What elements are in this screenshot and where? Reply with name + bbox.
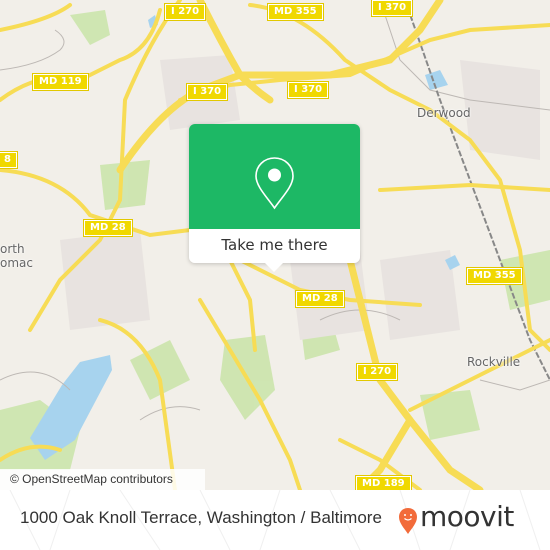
location-popup: Take me there xyxy=(189,124,360,272)
road-shield: MD 28 xyxy=(84,220,132,236)
road-shield: MD 28 xyxy=(296,291,344,307)
map-attribution[interactable]: © OpenStreetMap contributors xyxy=(0,469,205,490)
moovit-pin-icon xyxy=(399,508,417,534)
footer: 1000 Oak Knoll Terrace, Washington / Bal… xyxy=(0,490,550,550)
road xyxy=(228,258,257,352)
moovit-logo[interactable]: moovit xyxy=(420,500,514,533)
address-label: 1000 Oak Knoll Terrace, Washington / Bal… xyxy=(20,508,382,527)
popup-pointer xyxy=(265,263,283,272)
place-label: Rockville xyxy=(467,355,521,369)
take-me-there-button[interactable]: Take me there xyxy=(189,229,360,263)
road-shield: MD 189 xyxy=(356,476,411,490)
road-shield: I 270 xyxy=(357,364,398,380)
park-area xyxy=(70,10,110,45)
road xyxy=(248,3,432,112)
road-shield: I 370 xyxy=(288,82,329,98)
road-shield: I 370 xyxy=(187,84,228,100)
road xyxy=(0,3,72,32)
road-shield: I 270 xyxy=(165,4,206,20)
road-shield: MD 119 xyxy=(33,74,88,90)
place-label: Derwood xyxy=(417,106,471,120)
residential-area xyxy=(60,230,150,330)
place-label: orth xyxy=(0,242,25,256)
road xyxy=(408,338,550,412)
map-view[interactable]: I 270 MD 355 I 370 MD 119 I 370 I 370 MD… xyxy=(0,0,550,490)
place-label: omac xyxy=(0,256,33,270)
road-shield: 8 xyxy=(0,152,17,168)
map-pin-icon xyxy=(255,157,294,210)
road xyxy=(378,182,550,192)
popup-header xyxy=(189,124,360,229)
road-shield: MD 355 xyxy=(467,268,522,284)
park-area xyxy=(420,390,480,440)
road-shield: I 370 xyxy=(372,0,413,16)
road-shield: MD 355 xyxy=(268,4,323,20)
